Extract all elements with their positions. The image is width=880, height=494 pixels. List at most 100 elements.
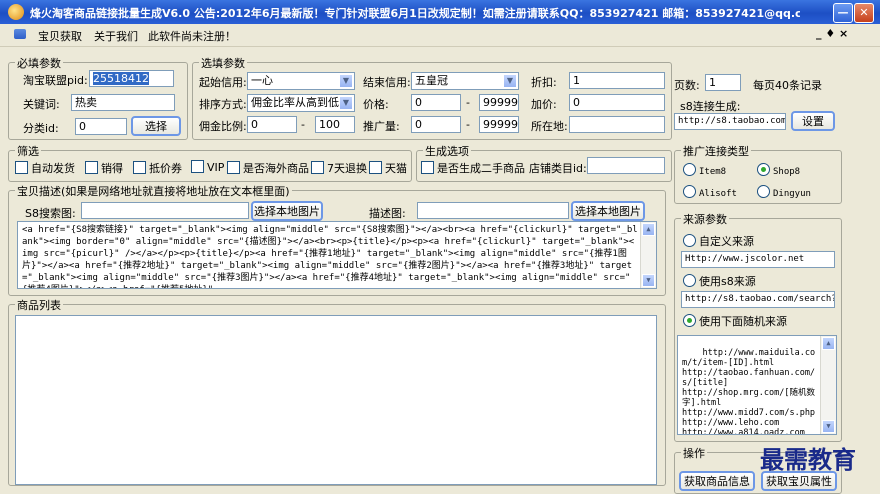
radio-icon [683, 274, 696, 287]
generate-secondhand[interactable]: 是否生成二手商品 [421, 160, 525, 176]
source-params-group: 来源参数 自定义来源 Http://www.jscolor.net 使用s8来源… [674, 211, 842, 442]
product-list-group: 商品列表 [8, 297, 666, 486]
secondhand-label: 是否生成二手商品 [437, 162, 525, 175]
category-input[interactable]: 0 [75, 118, 127, 135]
promo-type-dingyun[interactable]: Dingyun [757, 185, 811, 199]
pages-input[interactable]: 1 [705, 74, 741, 91]
promo-type-alisoft[interactable]: Alisoft [683, 185, 737, 199]
keyword-input[interactable]: 热卖 [71, 94, 175, 111]
promo-max-input[interactable]: 99999 [479, 116, 519, 133]
promo-min-input[interactable]: 0 [411, 116, 461, 133]
description-group: 宝贝描述(如果是网络地址就直接将地址放在文本框里面) S8搜索图: 选择本地图片… [8, 183, 666, 296]
choose-local-image-button-2[interactable]: 选择本地图片 [571, 201, 645, 221]
optional-params-group: 选填参数 起始信用: 一心 ▼ 结束信用: 五皇冠 ▼ 折扣: 1 排序方式: 佣金… [192, 55, 672, 140]
optional-legend: 选填参数 [199, 55, 247, 71]
watermark-text: 最需教育 [760, 445, 856, 474]
get-product-info-button[interactable]: 获取商品信息 [679, 471, 755, 491]
radio-icon [683, 185, 696, 198]
menu-item-get-product[interactable]: 宝贝获取 [38, 28, 82, 44]
radio-selected-icon [683, 314, 696, 327]
start-credit-label: 起始信用: [199, 76, 247, 89]
commission-min-input[interactable]: 0 [247, 116, 297, 133]
close-button[interactable]: ✕ [854, 3, 874, 23]
filter-tmall-label: 天猫 [385, 162, 407, 175]
filter-sold[interactable]: 销得 [85, 160, 123, 176]
source-custom-radio[interactable]: 自定义来源 [683, 233, 754, 249]
description-legend: 宝贝描述(如果是网络地址就直接将地址放在文本框里面) [15, 183, 292, 199]
menu-item-register[interactable]: 此软件尚未注册！ [148, 28, 236, 44]
commission-dash: - [301, 118, 305, 131]
scroll-up-icon[interactable]: ▲ [822, 337, 835, 350]
price-min-input[interactable]: 0 [411, 94, 461, 111]
filter-legend: 筛选 [15, 143, 41, 159]
start-credit-value: 一心 [251, 74, 273, 87]
end-credit-select[interactable]: 五皇冠 ▼ [411, 72, 519, 90]
choose-local-image-button-1[interactable]: 选择本地图片 [251, 201, 323, 221]
filter-7day-return[interactable]: 7天退换 [311, 160, 367, 176]
checkbox-icon [311, 161, 324, 174]
sort-select[interactable]: 佣金比率从高到低 ▼ [247, 94, 355, 112]
filter-coupon-label: 抵价券 [149, 162, 182, 175]
filter-tmall[interactable]: 天猫 [369, 160, 407, 176]
random-list-scrollbar[interactable]: ▲ ▼ [820, 336, 836, 434]
markup-label: 加价: [531, 98, 557, 111]
source-s8-input[interactable]: http://s8.taobao.com/search?q= [681, 291, 835, 308]
keyword-label: 关键词: [23, 98, 60, 111]
scroll-down-icon[interactable]: ▼ [642, 274, 655, 287]
price-label: 价格: [363, 98, 389, 111]
checkbox-icon [15, 161, 28, 174]
menu-item-about[interactable]: 关于我们 [94, 28, 138, 44]
source-random-radio[interactable]: 使用下面随机来源 [683, 313, 787, 329]
desc-image-input[interactable] [417, 202, 569, 219]
pages-label: 页数: [674, 79, 700, 92]
price-max-input[interactable]: 99999 [479, 94, 519, 111]
end-credit-label: 结束信用: [363, 76, 411, 89]
template-scrollbar[interactable]: ▲ ▼ [640, 222, 656, 288]
discount-input[interactable]: 1 [569, 72, 665, 89]
pid-value: 25518412 [93, 72, 149, 85]
alisoft-label: Alisoft [699, 189, 737, 199]
store-category-input[interactable] [587, 157, 665, 174]
product-list[interactable] [15, 315, 657, 485]
filter-overseas[interactable]: 是否海外商品 [227, 160, 309, 176]
promo-type-shop8[interactable]: Shop8 [757, 163, 800, 177]
app-icon [8, 4, 24, 20]
required-legend: 必填参数 [15, 55, 63, 71]
filter-vip-label: VIP [207, 161, 225, 174]
scroll-up-icon[interactable]: ▲ [642, 223, 655, 236]
source-custom-input[interactable]: Http://www.jscolor.net [681, 251, 835, 268]
select-category-button[interactable]: 选择 [131, 116, 181, 136]
source-random-list[interactable]: http://www.maiduila.com/t/item-[ID].html… [677, 335, 837, 435]
s8-image-input[interactable] [81, 202, 249, 219]
random-list-text: http://www.maiduila.com/t/item-[ID].html… [682, 348, 816, 435]
commission-max-input[interactable]: 100 [315, 116, 355, 133]
description-template-textarea[interactable]: <a href="{S8搜索链接}" target="_blank"><img … [17, 221, 657, 289]
pid-input[interactable]: 25518412 [89, 70, 174, 87]
start-credit-select[interactable]: 一心 ▼ [247, 72, 355, 90]
filter-coupon[interactable]: 抵价券 [133, 160, 182, 176]
store-category-label: 店铺类目id: [529, 162, 587, 175]
filter-group: 筛选 自动发货 销得 抵价券 VIP 是否海外商品 7天退换 天猫 [8, 143, 412, 182]
title-bar: 烽火淘客商品链接批量生成V6.0 公告:2012年6月最新版！专门针对联盟6月1… [0, 0, 880, 24]
sort-value: 佣金比率从高到低 [251, 96, 339, 109]
checkbox-icon [227, 161, 240, 174]
settings-button[interactable]: 设置 [791, 111, 835, 131]
menu-bar: 宝贝获取 关于我们 此软件尚未注册！ _ ♦ × [0, 24, 880, 47]
window-title: 烽火淘客商品链接批量生成V6.0 公告:2012年6月最新版！专门针对联盟6月1… [30, 7, 800, 20]
commission-label: 佣金比例: [199, 120, 247, 133]
filter-vip[interactable]: VIP [191, 160, 224, 174]
radio-icon [683, 234, 696, 247]
scroll-down-icon[interactable]: ▼ [822, 420, 835, 433]
s8-url-input[interactable]: http://s8.taobao.com/s [674, 113, 786, 130]
checkbox-icon [369, 161, 382, 174]
promo-type-group: 推广连接类型 Item8 Shop8 Alisoft Dingyun [674, 143, 842, 204]
mdi-controls[interactable]: _ ♦ × [816, 27, 848, 40]
markup-input[interactable]: 0 [569, 94, 665, 111]
source-s8-radio[interactable]: 使用s8来源 [683, 273, 756, 289]
minimize-button[interactable]: — [833, 3, 853, 23]
location-input[interactable] [569, 116, 665, 133]
category-label: 分类id: [23, 122, 59, 135]
promo-type-item8[interactable]: Item8 [683, 163, 726, 177]
filter-auto-ship[interactable]: 自动发货 [15, 160, 75, 176]
promo-dash: - [466, 118, 470, 131]
